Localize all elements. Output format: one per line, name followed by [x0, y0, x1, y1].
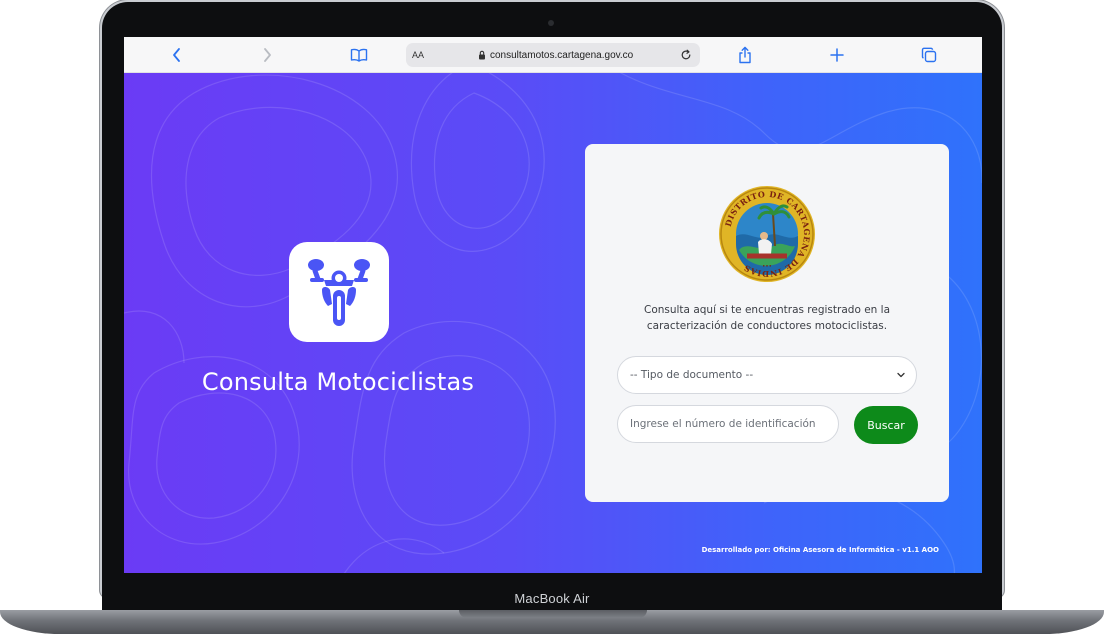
chevron-left-icon — [173, 48, 180, 62]
svg-text:•••: ••• — [762, 264, 772, 270]
browser-window: AA consultamotos.cartagena.gov.co Consul… — [124, 37, 982, 573]
chevron-right-icon — [264, 48, 271, 62]
text-size-button[interactable]: AA — [412, 43, 424, 67]
plus-icon — [830, 48, 844, 62]
reload-icon — [681, 49, 691, 60]
document-type-value: -- Tipo de documento -- — [630, 369, 754, 381]
browser-toolbar: AA consultamotos.cartagena.gov.co — [124, 37, 982, 73]
tabs-button[interactable] — [917, 43, 941, 67]
url-text: consultamotos.cartagena.gov.co — [490, 49, 634, 61]
back-button[interactable] — [165, 43, 189, 67]
footer-credit: Desarrollado por: Oficina Asesora de Inf… — [701, 546, 939, 554]
search-card: DISTRITO DE CARTAGENA DE INDIAS ••• Cons… — [585, 144, 949, 502]
search-button[interactable]: Buscar — [854, 406, 918, 444]
app-title: Consulta Motociclistas — [201, 368, 475, 396]
forward-button[interactable] — [255, 43, 279, 67]
lock-icon — [479, 50, 485, 60]
new-tab-button[interactable] — [825, 43, 849, 67]
cartagena-seal-icon: DISTRITO DE CARTAGENA DE INDIAS ••• — [719, 186, 815, 282]
card-description-line-1: Consulta aquí si te encuentras registrad… — [643, 304, 891, 316]
id-number-input[interactable] — [617, 405, 839, 443]
share-button[interactable] — [733, 43, 757, 67]
address-bar[interactable]: AA consultamotos.cartagena.gov.co — [406, 43, 700, 67]
page-background: Consulta Motociclistas DISTRITO DE CARTA… — [124, 73, 982, 573]
document-type-select[interactable]: -- Tipo de documento -- — [617, 356, 917, 394]
camera-icon — [548, 20, 554, 26]
card-description-line-2: caracterización de conductores motocicli… — [646, 320, 888, 332]
tabs-icon — [921, 47, 937, 63]
reader-button[interactable] — [347, 43, 371, 67]
laptop-base-notch — [459, 610, 647, 618]
motorcycle-icon — [308, 259, 370, 326]
laptop-bezel-bottom: MacBook Air — [102, 588, 1002, 610]
chevron-down-icon — [897, 372, 905, 378]
book-icon — [350, 48, 368, 62]
reload-button[interactable] — [676, 45, 696, 65]
share-icon — [739, 46, 751, 64]
card-description: Consulta aquí si te encuentras registrad… — [615, 302, 919, 334]
device-brand-label: MacBook Air — [514, 591, 590, 606]
app-logo — [289, 242, 389, 342]
